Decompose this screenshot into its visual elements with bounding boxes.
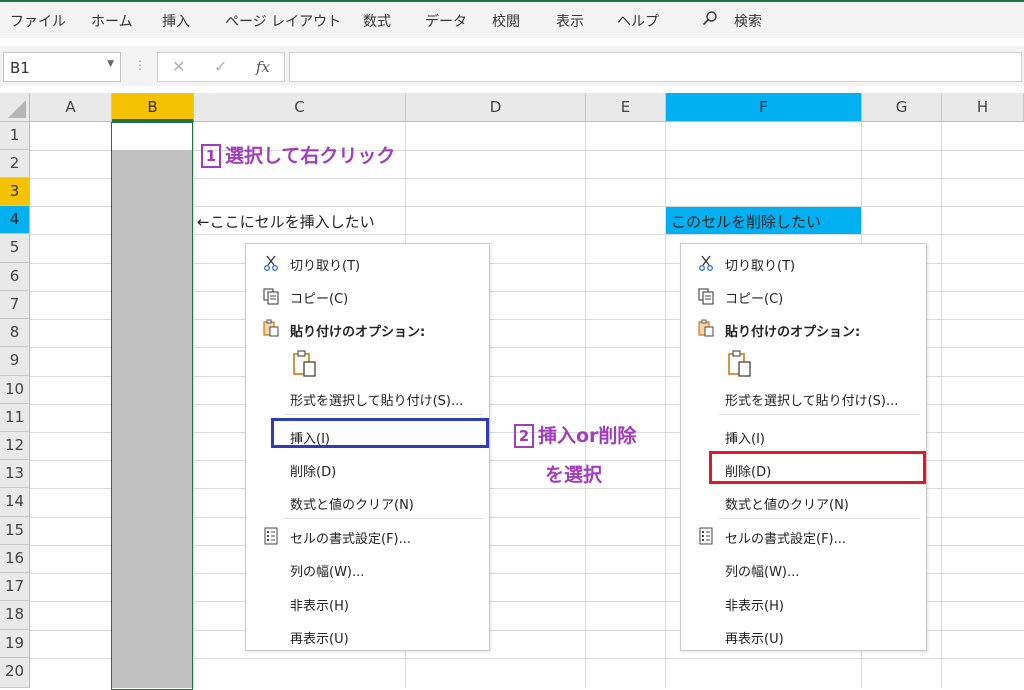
tab-page-layout[interactable]: ページ レイアウト [225, 11, 341, 31]
column-header-h[interactable]: H [942, 93, 1024, 122]
menu-copy[interactable]: コピー(C) [725, 288, 783, 307]
menu-cut[interactable]: 切り取り(T) [725, 255, 795, 274]
tab-help[interactable]: ヘルプ [617, 11, 659, 31]
row-header-1[interactable]: 1 [0, 122, 30, 150]
step1-text: 選択して右クリック [225, 145, 396, 167]
row-header-14[interactable]: 14 [0, 488, 30, 517]
name-box[interactable]: B1 ▼ [3, 52, 121, 82]
search-icon[interactable] [702, 10, 717, 26]
row-header-15[interactable]: 15 [0, 517, 30, 545]
menu-unhide[interactable]: 再表示(U) [725, 628, 784, 647]
menu-hide[interactable]: 非表示(H) [290, 595, 349, 614]
formula-input[interactable] [289, 52, 1022, 82]
menu-column-width[interactable]: 列の幅(W)... [290, 561, 364, 580]
clipboard-icon [262, 319, 280, 337]
row-header-2[interactable]: 2 [0, 150, 30, 178]
menu-paste-special[interactable]: 形式を選択して貼り付け(S)... [725, 390, 898, 409]
format-cells-icon [697, 527, 715, 545]
format-cells-icon [262, 527, 280, 545]
row-header-10[interactable]: 10 [0, 376, 30, 404]
delete-highlight-box [709, 451, 926, 484]
formula-buttons: ✕ ✓ fx [157, 52, 285, 82]
more-dots-icon: ⋮ [134, 58, 146, 72]
menu-hide[interactable]: 非表示(H) [725, 595, 784, 614]
insert-highlight-box [271, 418, 489, 448]
step1-number: 1 [201, 144, 221, 168]
context-menu-delete: 切り取り(T) コピー(C) 貼り付けのオプション: 形式を選択して貼り付け(S… [680, 243, 927, 651]
row-header-16[interactable]: 16 [0, 545, 30, 573]
tab-home[interactable]: ホーム [91, 11, 133, 31]
row-header-12[interactable]: 12 [0, 432, 30, 460]
menu-clear-contents[interactable]: 数式と値のクリア(N) [290, 494, 414, 513]
cancel-icon[interactable]: ✕ [172, 57, 185, 76]
row-header-20[interactable]: 20 [0, 658, 30, 688]
row-header-4[interactable]: 4 [0, 206, 30, 234]
step2-annotation: 2 挿入or削除 [514, 421, 636, 448]
tab-data[interactable]: データ [425, 11, 467, 31]
copy-icon [697, 287, 715, 305]
menu-clear-contents[interactable]: 数式と値のクリア(N) [725, 494, 849, 513]
menu-column-width[interactable]: 列の幅(W)... [725, 561, 799, 580]
menu-format-cells[interactable]: セルの書式設定(F)... [725, 528, 846, 547]
column-b-selection-border [111, 122, 193, 690]
copy-icon [262, 287, 280, 305]
step2-text: 挿入or削除 [538, 425, 637, 447]
column-header-c[interactable]: C [194, 93, 406, 122]
tab-view[interactable]: 表示 [556, 11, 584, 31]
menu-paste-options: 貼り付けのオプション: [290, 325, 426, 340]
menu-format-cells[interactable]: セルの書式設定(F)... [290, 528, 411, 547]
tab-file[interactable]: ファイル [10, 11, 66, 31]
column-header-a[interactable]: A [30, 93, 112, 122]
column-header-e[interactable]: E [586, 93, 666, 122]
insert-function-icon[interactable]: fx [256, 58, 270, 76]
column-header-g[interactable]: G [862, 93, 942, 122]
menu-unhide[interactable]: 再表示(U) [290, 628, 349, 647]
menu-delete[interactable]: 削除(D) [290, 461, 336, 480]
row-header-18[interactable]: 18 [0, 601, 30, 630]
menu-insert[interactable]: 挿入(I) [725, 428, 765, 447]
select-all-corner[interactable] [0, 93, 30, 122]
column-header-d[interactable]: D [406, 93, 586, 122]
step2-annotation-line2: を選択 [545, 464, 603, 486]
paste-icon[interactable] [727, 350, 753, 378]
row-header-8[interactable]: 8 [0, 319, 30, 347]
scissors-icon [697, 254, 715, 272]
menu-paste-options: 貼り付けのオプション: [725, 325, 861, 340]
step2-number: 2 [514, 424, 534, 448]
row-header-17[interactable]: 17 [0, 573, 30, 601]
row-header-19[interactable]: 19 [0, 630, 30, 658]
tab-formulas[interactable]: 数式 [363, 11, 391, 31]
tab-insert[interactable]: 挿入 [162, 11, 190, 31]
scissors-icon [262, 254, 280, 272]
row-header-7[interactable]: 7 [0, 291, 30, 319]
enter-check-icon[interactable]: ✓ [214, 57, 227, 76]
menu-paste-special[interactable]: 形式を選択して貼り付け(S)... [290, 390, 463, 409]
row-header-13[interactable]: 13 [0, 460, 30, 488]
cell-f4-text: このセルを削除したい [671, 213, 822, 231]
column-header-b[interactable]: B [112, 93, 194, 122]
tab-review[interactable]: 校閲 [492, 11, 520, 31]
search-label[interactable]: 検索 [734, 11, 762, 31]
cell-f4[interactable]: このセルを削除したい [666, 207, 861, 234]
row-header-9[interactable]: 9 [0, 347, 30, 376]
cell-c4[interactable]: ←ここにセルを挿入したい [197, 211, 375, 232]
menu-cut[interactable]: 切り取り(T) [290, 255, 360, 274]
step1-annotation: 1 選択して右クリック [201, 141, 395, 168]
row-header-3[interactable]: 3 [0, 178, 30, 206]
row-header-11[interactable]: 11 [0, 404, 30, 432]
paste-icon[interactable] [292, 350, 318, 378]
row-header-6[interactable]: 6 [0, 263, 30, 291]
column-header-f[interactable]: F [666, 93, 862, 122]
chevron-down-icon[interactable]: ▼ [107, 59, 114, 69]
menu-copy[interactable]: コピー(C) [290, 288, 348, 307]
name-box-value: B1 [10, 59, 30, 77]
row-header-5[interactable]: 5 [0, 234, 30, 263]
clipboard-icon [697, 319, 715, 337]
ribbon-menu-bar: ファイル ホーム 挿入 ページ レイアウト 数式 データ 校閲 表示 ヘルプ 検… [0, 0, 1024, 38]
